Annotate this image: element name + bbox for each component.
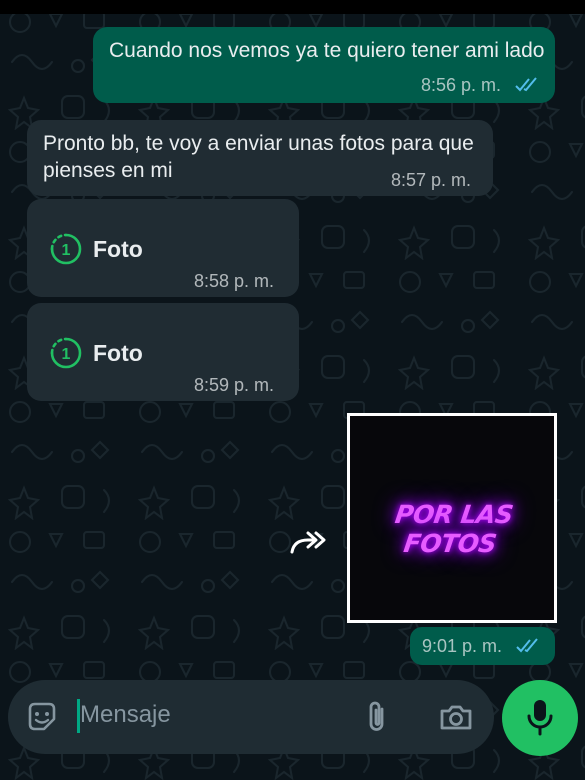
camera-icon[interactable] — [438, 700, 474, 734]
message-time: 8:57 p. m. — [391, 170, 472, 190]
view-once-badge: 1 — [62, 242, 71, 259]
view-once-icon: 1 — [50, 337, 82, 369]
message-text: Cuando nos vemos ya te quiero tener ami … — [109, 39, 545, 62]
message-time: 8:59 p. m. — [194, 375, 275, 395]
mic-icon — [527, 700, 553, 736]
incoming-message[interactable]: Pronto bb, te voy a enviar unas fotos pa… — [27, 120, 493, 196]
photo-label: Foto — [93, 236, 143, 262]
image-caption-graphic: POR LAS FOTOS — [393, 500, 515, 558]
image-message[interactable]: POR LAS FOTOS — [347, 413, 557, 623]
attach-icon[interactable] — [362, 700, 392, 734]
message-input[interactable]: Mensaje — [80, 701, 171, 729]
message-time: 9:01 p. m. — [422, 636, 503, 656]
view-once-icon: 1 — [50, 233, 82, 265]
message-time: 8:58 p. m. — [194, 271, 275, 291]
forward-icon[interactable] — [286, 522, 328, 564]
read-double-check-icon — [515, 77, 537, 92]
mic-button[interactable] — [502, 680, 578, 756]
view-once-photo-message[interactable]: 1 Foto 8:58 p. m. — [27, 199, 299, 297]
view-once-badge: 1 — [62, 346, 71, 363]
read-double-check-icon — [516, 638, 538, 653]
message-time: 8:56 p. m. — [421, 75, 502, 95]
view-once-photo-message[interactable]: 1 Foto 8:59 p. m. — [27, 303, 299, 401]
photo-label: Foto — [93, 340, 143, 366]
sticker-icon[interactable] — [24, 699, 60, 735]
image-message-footer: 9:01 p. m. — [410, 627, 555, 665]
outgoing-message[interactable]: Cuando nos vemos ya te quiero tener ami … — [93, 27, 555, 103]
status-bar-strip — [0, 0, 585, 14]
